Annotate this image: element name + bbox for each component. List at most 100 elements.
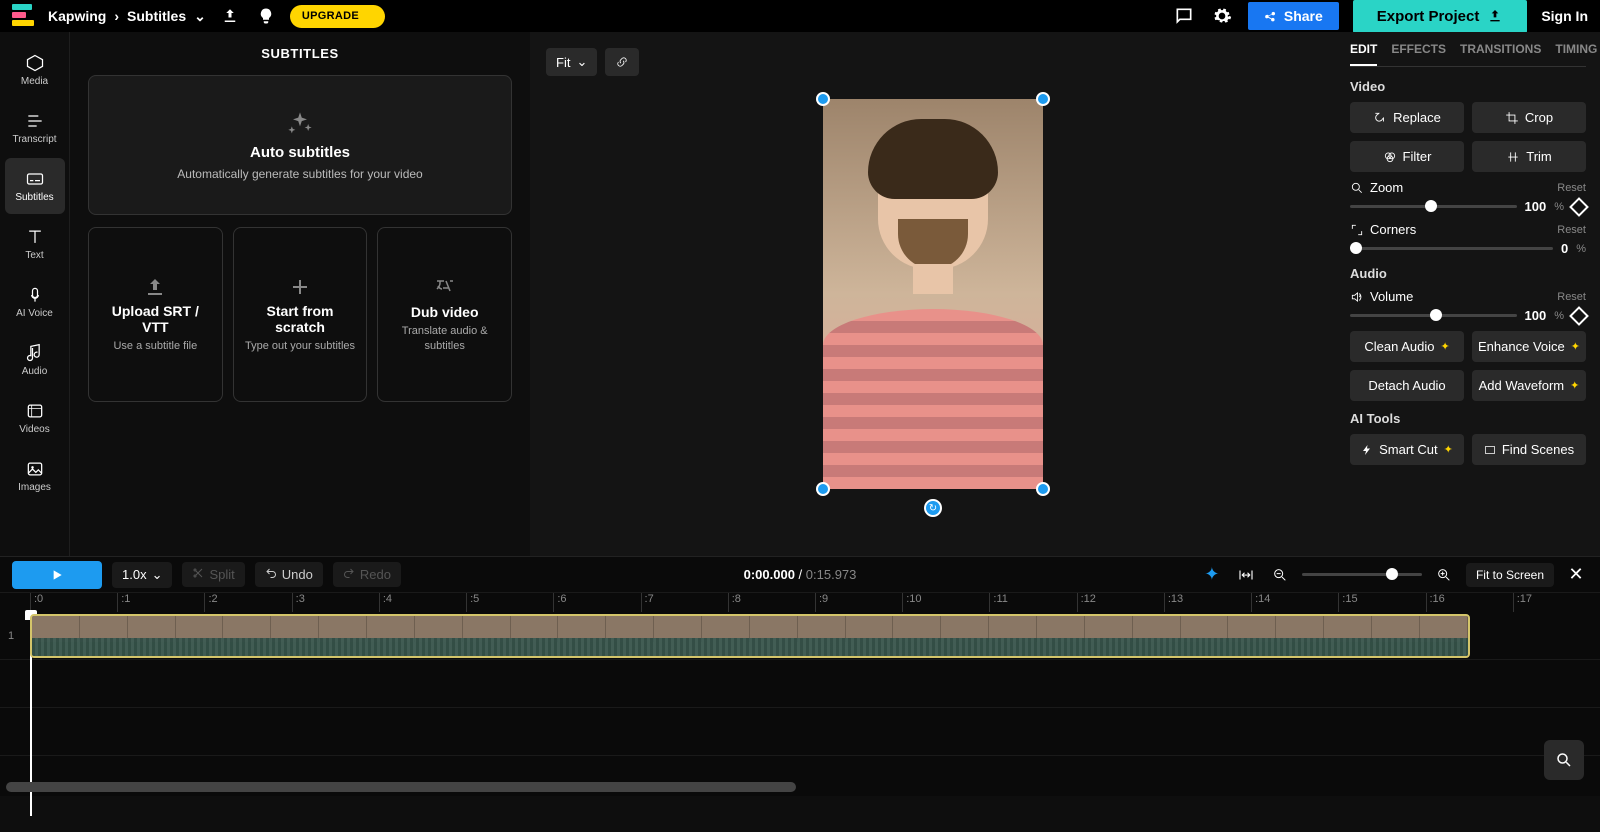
corners-slider[interactable] [1350, 247, 1553, 250]
share-button[interactable]: Share [1248, 2, 1339, 30]
fit-dropdown[interactable]: Fit⌄ [546, 48, 597, 76]
scissors-icon [192, 567, 204, 579]
upgrade-button[interactable]: UPGRADE✦ [290, 5, 385, 28]
breadcrumb-app[interactable]: Kapwing [48, 8, 106, 24]
magnetic-snap-icon[interactable]: ✦ [1200, 563, 1224, 587]
horizontal-scrollbar[interactable] [6, 782, 796, 792]
upload-srt-sub: Use a subtitle file [113, 339, 197, 353]
filter-button[interactable]: Filter [1350, 141, 1464, 172]
section-video: Video [1350, 79, 1586, 94]
rail-text[interactable]: Text [5, 216, 65, 272]
scratch-title: Start from scratch [242, 303, 359, 335]
smart-cut-button[interactable]: Smart Cut✦ [1350, 434, 1464, 465]
rotate-handle[interactable]: ↻ [924, 499, 942, 517]
chevron-down-icon[interactable]: ⌄ [194, 8, 206, 25]
split-button[interactable]: Split [182, 562, 244, 587]
volume-slider[interactable] [1350, 314, 1517, 317]
track-row-empty[interactable] [0, 708, 1600, 756]
gear-icon[interactable] [1210, 4, 1234, 28]
chevron-right-icon: › [114, 8, 119, 24]
timeline-tracks[interactable]: 1 [0, 612, 1600, 796]
find-scenes-button[interactable]: Find Scenes [1472, 434, 1586, 465]
sparkle-icon: ✦ [363, 10, 373, 23]
tick: :12 [1077, 593, 1164, 612]
play-button[interactable] [12, 561, 102, 589]
zoom-in-icon[interactable] [1432, 563, 1456, 587]
tab-edit[interactable]: EDIT [1350, 42, 1377, 66]
chevron-down-icon: ⌄ [152, 567, 163, 583]
zoom-value: 100 [1525, 199, 1547, 214]
rail-aivoice[interactable]: AI Voice [5, 274, 65, 330]
tab-transitions[interactable]: TRANSITIONS [1460, 42, 1541, 66]
zoom-slider[interactable] [1350, 205, 1517, 208]
tick: :9 [815, 593, 902, 612]
playback-speed[interactable]: 1.0x⌄ [112, 562, 172, 588]
corners-reset[interactable]: Reset [1557, 224, 1586, 236]
tab-effects[interactable]: EFFECTS [1391, 42, 1446, 66]
replace-button[interactable]: Replace [1350, 102, 1464, 133]
track-row-empty[interactable] [0, 660, 1600, 708]
resize-handle-tl[interactable] [816, 92, 830, 106]
section-aitools: AI Tools [1350, 411, 1586, 426]
upload-srt-card[interactable]: Upload SRT / VTT Use a subtitle file [88, 227, 223, 402]
sparkle-icon: ✦ [1570, 379, 1579, 392]
sign-in-link[interactable]: Sign In [1541, 8, 1588, 24]
undo-icon [265, 567, 277, 579]
redo-button[interactable]: Redo [333, 562, 401, 587]
rail-media[interactable]: Media [5, 42, 65, 98]
rail-transcript[interactable]: Transcript [5, 100, 65, 156]
track-number: 1 [0, 630, 22, 642]
timeline-zoom-slider[interactable] [1302, 573, 1422, 576]
snap-edges-icon[interactable] [1234, 563, 1258, 587]
timeline-ruler[interactable]: :0 :1 :2 :3 :4 :5 :6 :7 :8 :9 :10 :11 :1… [0, 592, 1600, 612]
undo-button[interactable]: Undo [255, 562, 323, 587]
sparkle-icon [286, 110, 314, 138]
resize-handle-tr[interactable] [1036, 92, 1050, 106]
chevron-down-icon: ⌄ [576, 54, 587, 70]
detach-audio-button[interactable]: Detach Audio [1350, 370, 1464, 401]
properties-panel: EDIT EFFECTS TRANSITIONS TIMING Video Re… [1336, 32, 1600, 556]
current-time: 0:00.000 [744, 567, 795, 582]
zoom-reset[interactable]: Reset [1557, 182, 1586, 194]
tick: :1 [117, 593, 204, 612]
rail-subtitles[interactable]: Subtitles [5, 158, 65, 214]
resize-handle-bl[interactable] [816, 482, 830, 496]
tick: :11 [989, 593, 1076, 612]
unlink-icon[interactable] [605, 48, 639, 76]
fit-to-screen-button[interactable]: Fit to Screen [1466, 563, 1554, 587]
zoom-icon [1350, 181, 1364, 195]
canvas[interactable]: Fit⌄ ↻ [530, 32, 1336, 556]
trim-button[interactable]: Trim [1472, 141, 1586, 172]
breadcrumb-page[interactable]: Subtitles [127, 8, 186, 24]
tab-timing[interactable]: TIMING [1555, 42, 1597, 66]
rail-audio[interactable]: Audio [5, 332, 65, 388]
breadcrumb: Kapwing › Subtitles ⌄ [48, 8, 206, 25]
selected-video-clip[interactable]: ↻ [823, 99, 1043, 489]
enhance-voice-button[interactable]: Enhance Voice✦ [1472, 331, 1586, 362]
app-logo[interactable] [12, 4, 36, 28]
upload-icon [143, 275, 167, 299]
add-waveform-button[interactable]: Add Waveform✦ [1472, 370, 1586, 401]
dub-video-card[interactable]: Dub video Translate audio & subtitles [377, 227, 512, 402]
tick: :3 [292, 593, 379, 612]
rail-images[interactable]: Images [5, 448, 65, 504]
auto-subtitles-card[interactable]: Auto subtitles Automatically generate su… [88, 75, 512, 215]
audio-waveform [32, 638, 1468, 656]
keyframe-volume-icon[interactable] [1569, 306, 1589, 326]
upload-icon[interactable] [218, 4, 242, 28]
start-scratch-card[interactable]: Start from scratch Type out your subtitl… [233, 227, 368, 402]
search-button[interactable] [1544, 740, 1584, 780]
rail-videos[interactable]: Videos [5, 390, 65, 446]
keyframe-zoom-icon[interactable] [1569, 197, 1589, 217]
volume-reset[interactable]: Reset [1557, 291, 1586, 303]
comments-icon[interactable] [1172, 4, 1196, 28]
zoom-out-icon[interactable] [1268, 563, 1292, 587]
close-timeline-icon[interactable]: ✕ [1564, 563, 1588, 587]
video-clip[interactable] [30, 614, 1470, 658]
resize-handle-br[interactable] [1036, 482, 1050, 496]
share-label: Share [1284, 8, 1323, 24]
export-button[interactable]: Export Project [1353, 0, 1528, 33]
clean-audio-button[interactable]: Clean Audio✦ [1350, 331, 1464, 362]
crop-button[interactable]: Crop [1472, 102, 1586, 133]
lightbulb-icon[interactable] [254, 4, 278, 28]
